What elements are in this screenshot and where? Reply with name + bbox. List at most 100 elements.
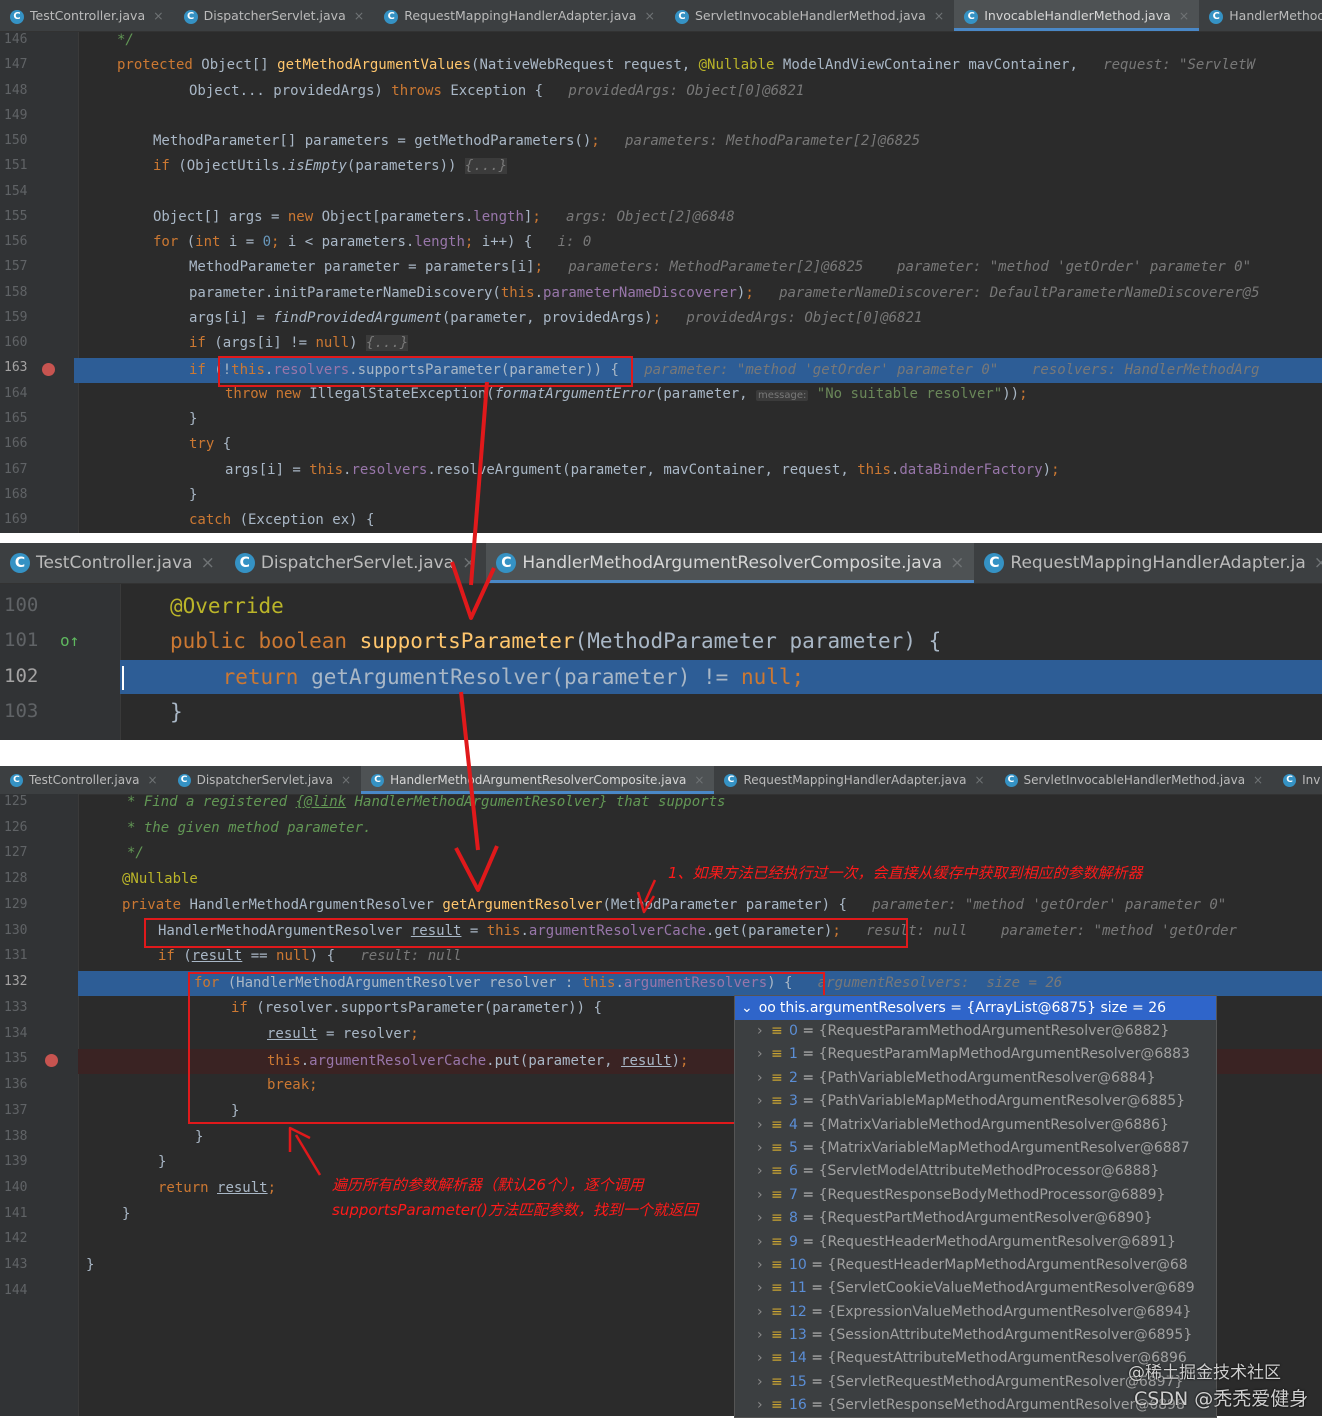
line-number: 143 — [4, 1257, 28, 1272]
debugger-list-item[interactable]: › ≡ 12 = {ExpressionValueMethodArgumentRes… — [735, 1301, 1216, 1324]
breakpoint-icon[interactable] — [42, 363, 55, 376]
code-line: try { — [189, 436, 232, 452]
close-icon[interactable]: × — [950, 553, 964, 573]
chevron-right-icon[interactable]: › — [757, 1324, 771, 1347]
editor-tab-label: RequestMappingHandlerAdapter.java — [404, 8, 637, 23]
line-number: 150 — [4, 133, 28, 148]
java-class-icon: C — [984, 553, 1005, 573]
debugger-list-item[interactable]: › ≡ 5 = {MatrixVariableMapMethodArgumentRe… — [735, 1137, 1216, 1160]
line-number: 103 — [4, 700, 39, 722]
chevron-right-icon[interactable]: › — [757, 1160, 771, 1183]
java-class-icon: C — [1209, 9, 1224, 24]
chevron-right-icon[interactable]: › — [757, 1137, 771, 1160]
chevron-right-icon[interactable]: › — [757, 1347, 771, 1370]
chevron-right-icon[interactable]: › — [757, 1231, 771, 1254]
editor-tab-active[interactable]: C InvocableHandlerMethod.java × — [954, 0, 1200, 31]
close-icon[interactable]: × — [644, 8, 654, 23]
list-field-icon: ≡ — [771, 1139, 783, 1156]
java-class-icon: C — [10, 9, 24, 24]
debugger-list-item[interactable]: › ≡ 4 = {MatrixVariableMethodArgumentResol… — [735, 1114, 1216, 1137]
chevron-right-icon[interactable]: › — [757, 1394, 771, 1417]
close-icon[interactable]: × — [341, 773, 351, 787]
debugger-item-value: {RequestHeaderMethodArgumentResolver@689… — [818, 1233, 1176, 1250]
editor-tab-4[interactable]: C ServletInvocableHandlerMethod.java × — [995, 766, 1274, 794]
code-line: for (int i = 0; i < parameters.length; i… — [153, 234, 592, 250]
line-number: 158 — [4, 285, 28, 300]
debugger-root-node[interactable]: ⌄ oo this.argumentResolvers = {ArrayList@6… — [735, 996, 1216, 1020]
debugger-list-item[interactable]: › ≡ 0 = {RequestParamMethodArgumentResolve… — [735, 1020, 1216, 1043]
debugger-list-item[interactable]: › ≡ 7 = {RequestResponseBodyMethodProcesso… — [735, 1184, 1216, 1207]
debugger-variables-popup[interactable]: ⌄ oo this.argumentResolvers = {ArrayList@6… — [734, 995, 1217, 1418]
line-number: 164 — [4, 386, 28, 401]
editor-tab-1[interactable]: C DispatcherServlet.java × — [174, 0, 375, 31]
java-class-icon: C — [384, 9, 399, 24]
line-number: 130 — [4, 923, 28, 938]
close-icon[interactable]: × — [1253, 773, 1263, 787]
debugger-list-item[interactable]: › ≡ 1 = {RequestParamMapMethodArgumentReso… — [735, 1043, 1216, 1066]
close-icon[interactable]: × — [462, 553, 476, 573]
chevron-right-icon[interactable]: › — [757, 1114, 771, 1137]
debugger-item-equals: = — [797, 1186, 819, 1203]
chevron-right-icon[interactable]: › — [757, 1067, 771, 1090]
chevron-right-icon[interactable]: › — [757, 1043, 771, 1066]
editor-tab-3[interactable]: C ServletInvocableHandlerMethod.java × — [665, 0, 954, 31]
debugger-list-item[interactable]: › ≡ 3 = {PathVariableMapMethodArgumentReso… — [735, 1090, 1216, 1113]
debugger-item-value: {RequestParamMapMethodArgumentResolver@6… — [818, 1046, 1190, 1063]
editor-tab-0[interactable]: C TestController.java × — [0, 543, 225, 583]
debugger-list-item[interactable]: › ≡ 13 = {SessionAttributeMethodArgumentRe… — [735, 1324, 1216, 1347]
line-number: 148 — [4, 83, 28, 98]
debugger-item-index: 5 — [789, 1139, 798, 1156]
chevron-right-icon[interactable]: › — [757, 1184, 771, 1207]
debugger-item-value: {MatrixVariableMethodArgumentResolver@68… — [818, 1116, 1169, 1133]
close-icon[interactable]: × — [694, 773, 704, 787]
chevron-right-icon[interactable]: › — [757, 1020, 771, 1043]
editor-tab-1[interactable]: C DispatcherServlet.java × — [168, 766, 362, 794]
editor-tab-label: DispatcherServlet.java — [260, 553, 455, 573]
editor-tab-0[interactable]: C TestController.java × — [0, 0, 174, 31]
debugger-list-item[interactable]: › ≡ 10 = {RequestHeaderMapMethodArgumentRe… — [735, 1254, 1216, 1277]
debugger-list-item[interactable]: › ≡ 6 = {ServletModelAttributeMethodProces… — [735, 1160, 1216, 1183]
editor-tab-active[interactable]: C HandlerMethodArgumentResolverComposite.… — [361, 766, 715, 794]
chevron-right-icon[interactable]: › — [757, 1301, 771, 1324]
debugger-item-value: {ExpressionValueMethodArgumentResolver@6… — [827, 1303, 1192, 1320]
close-icon[interactable]: × — [934, 8, 944, 23]
debugger-list-item[interactable]: › ≡ 9 = {RequestHeaderMethodArgumentResolv… — [735, 1231, 1216, 1254]
chevron-right-icon[interactable]: › — [757, 1371, 771, 1394]
editor-tab-2[interactable]: C RequestMappingHandlerAdapter.java × — [374, 0, 665, 31]
list-field-icon: ≡ — [771, 1233, 783, 1250]
editor-tab-0[interactable]: C TestController.java × — [0, 766, 168, 794]
editor-tab-label: HandlerMethodArgumentResolverComposite.j… — [522, 553, 943, 573]
line-number: 102 — [4, 665, 39, 687]
close-icon[interactable]: × — [1314, 553, 1322, 573]
breakpoint-icon[interactable] — [45, 1054, 58, 1067]
implements-method-icon[interactable]: o↑ — [60, 631, 79, 650]
code-line: parameter.initParameterNameDiscovery(thi… — [189, 285, 1260, 301]
list-field-icon: ≡ — [771, 1163, 783, 1180]
close-icon[interactable]: × — [1179, 8, 1189, 23]
list-field-icon: ≡ — [771, 1373, 783, 1390]
chevron-right-icon[interactable]: › — [757, 1090, 771, 1113]
editor-tab-bar: C TestController.java × C DispatcherServlet.… — [0, 0, 1322, 32]
debugger-list-item[interactable]: › ≡ 8 = {RequestPartMethodArgumentResolver… — [735, 1207, 1216, 1230]
chevron-right-icon[interactable]: › — [757, 1254, 771, 1277]
editor-tab-3[interactable]: C RequestMappingHandlerAdapter.java × — [714, 766, 994, 794]
close-icon[interactable]: × — [153, 8, 163, 23]
editor-tab-5[interactable]: CInv× — [1273, 766, 1322, 794]
debugger-list-item[interactable]: › ≡ 11 = {ServletCookieValueMethodArgument… — [735, 1277, 1216, 1300]
close-icon[interactable]: × — [201, 553, 215, 573]
close-icon[interactable]: × — [974, 773, 984, 787]
chevron-down-icon[interactable]: ⌄ — [741, 1000, 753, 1016]
chevron-right-icon[interactable]: › — [757, 1277, 771, 1300]
editor-tab-active[interactable]: C HandlerMethodArgumentResolverComposite.… — [486, 543, 975, 583]
close-icon[interactable]: × — [354, 8, 364, 23]
close-icon[interactable]: × — [148, 773, 158, 787]
debugger-item-index: 12 — [789, 1303, 807, 1320]
line-number: 136 — [4, 1077, 28, 1092]
debugger-item-value: {ServletCookieValueMethodArgumentResolve… — [827, 1280, 1195, 1297]
editor-tab-5[interactable]: CHandlerMethodArgumentR× — [1199, 0, 1322, 31]
debugger-list-item[interactable]: › ≡ 2 = {PathVariableMethodArgumentResolve… — [735, 1067, 1216, 1090]
watch-glasses-icon: oo — [758, 1000, 776, 1016]
editor-tab-3[interactable]: CRequestMappingHandlerAdapter.ja × — [974, 543, 1322, 583]
editor-tab-1[interactable]: C DispatcherServlet.java × — [225, 543, 487, 583]
chevron-right-icon[interactable]: › — [757, 1207, 771, 1230]
